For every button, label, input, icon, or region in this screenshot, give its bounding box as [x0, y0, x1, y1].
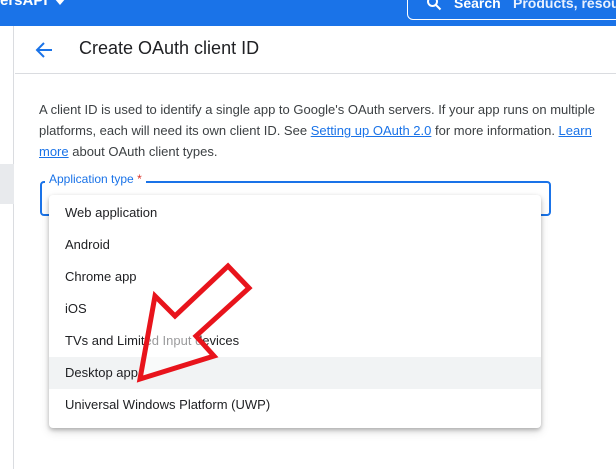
option-chrome-app[interactable]: Chrome app — [49, 261, 541, 293]
option-ios[interactable]: iOS — [49, 293, 541, 325]
search-icon — [427, 0, 442, 11]
left-nav-rail — [0, 26, 14, 469]
setting-up-oauth-link[interactable]: Setting up OAuth 2.0 — [311, 123, 432, 138]
option-tvs-limited-input[interactable]: TVs and Limited Input devices — [49, 325, 541, 357]
option-uwp[interactable]: Universal Windows Platform (UWP) — [49, 389, 541, 421]
option-android[interactable]: Android — [49, 229, 541, 261]
page: ersAPI Search Products, resou Create OAu… — [0, 0, 616, 469]
chevron-down-icon[interactable] — [52, 0, 68, 9]
option-web-application[interactable]: Web application — [49, 197, 541, 229]
option-desktop-app[interactable]: Desktop app — [49, 357, 541, 389]
description-text-2: for more information. — [431, 123, 559, 138]
oauth-description: A client ID is used to identify a single… — [39, 99, 599, 162]
required-marker: * — [137, 172, 142, 186]
description-text-3: about OAuth client types. — [68, 144, 218, 159]
back-arrow-icon[interactable] — [33, 39, 55, 61]
left-nav-active-item[interactable] — [0, 164, 14, 204]
page-header: Create OAuth client ID — [15, 26, 616, 74]
search-bar[interactable]: Search Products, resou — [407, 0, 616, 20]
project-name[interactable]: ersAPI — [0, 0, 48, 9]
search-placeholder: Products, resou — [513, 0, 616, 11]
application-type-label: Application type * — [45, 172, 146, 186]
page-title: Create OAuth client ID — [79, 38, 260, 58]
search-label: Search — [454, 0, 501, 11]
application-type-dropdown: Web application Android Chrome app iOS T… — [49, 195, 541, 428]
top-app-bar: ersAPI Search Products, resou — [0, 0, 616, 26]
application-type-label-text: Application type — [49, 172, 134, 186]
